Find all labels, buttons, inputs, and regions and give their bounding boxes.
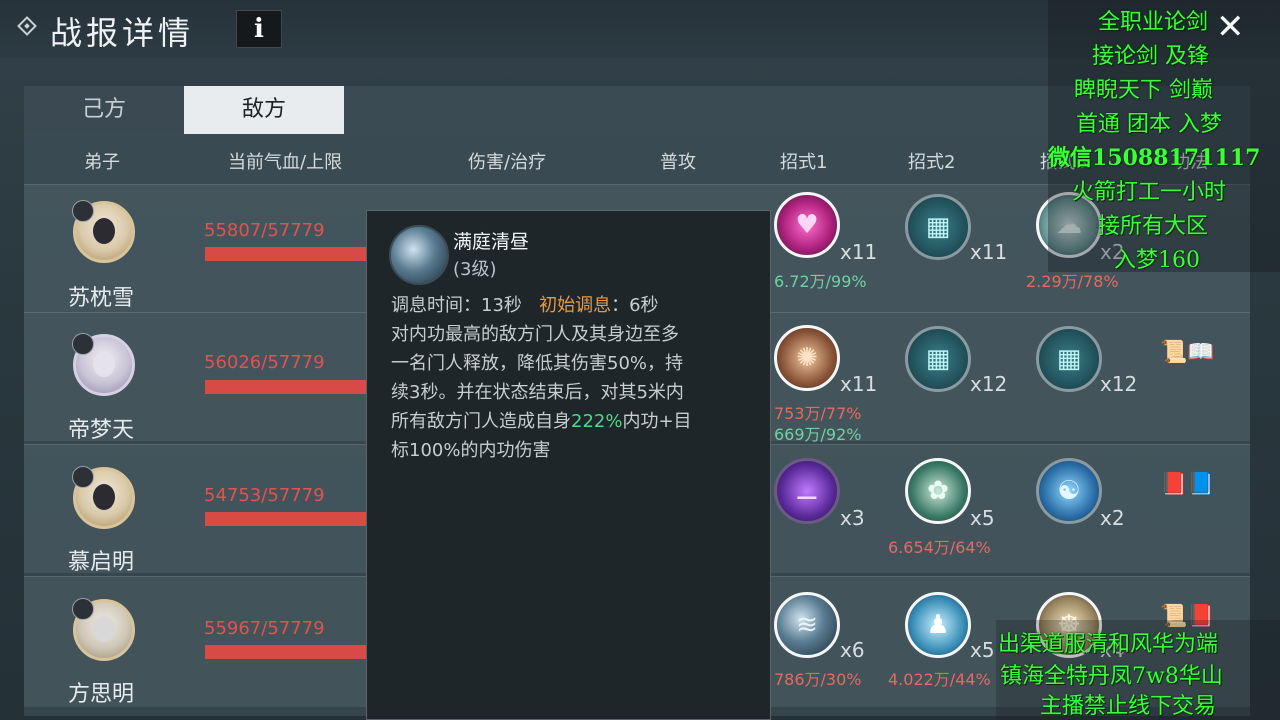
initial-cooldown-label: 初始调息: [539, 295, 612, 316]
skill-desc-line: 续3秒。并在状态结束后，对其5米内: [391, 382, 684, 403]
skill1-icon[interactable]: ⚊: [774, 458, 840, 524]
hp-bar: [205, 512, 367, 526]
skill1-stat-heal: 669万/92%: [774, 425, 862, 444]
meditation-icon: ☯: [1057, 476, 1081, 506]
skill2-icon[interactable]: ▦: [905, 194, 971, 260]
skill3-count: x12: [1100, 372, 1138, 396]
skill2-icon[interactable]: ▦: [905, 326, 971, 392]
desc-text: 内功+目: [622, 411, 692, 432]
overlay-text: 主播禁止线下交易: [1040, 694, 1217, 719]
sect-badge-icon: [72, 466, 94, 488]
overlay-text: 微信15088171117: [1048, 145, 1261, 171]
info-button[interactable]: i: [236, 10, 282, 48]
scroll-icon: ▦: [925, 344, 951, 374]
overlay-text: 入梦160: [1114, 248, 1200, 273]
column-header-damage: 伤害/治疗: [468, 152, 547, 173]
skill-cooldown: 调息时间：13秒 初始调息：6秒: [391, 291, 659, 317]
skill-icon: [389, 225, 449, 285]
overlay-text: 出渠道服清和风华为端: [998, 632, 1219, 657]
skill1-count: x6: [840, 638, 865, 662]
skill2-count: x5: [970, 506, 995, 530]
hp-value: 55807/57779: [204, 220, 325, 241]
hp-bar: [205, 645, 367, 659]
avatar-face: [93, 484, 115, 510]
close-icon[interactable]: ✕: [1216, 10, 1245, 44]
sect-badge-icon: [72, 598, 94, 620]
skill2-count: x5: [970, 638, 995, 662]
skill2-icon[interactable]: ✿: [905, 458, 971, 524]
skill-level: (3级): [453, 259, 497, 280]
skill2-count: x12: [970, 372, 1008, 396]
initial-cooldown-value: ：6秒: [611, 295, 659, 316]
hp-value: 55967/57779: [204, 618, 325, 639]
overlay-text: 火箭打工一小时: [1072, 180, 1227, 205]
scroll-icon: ▦: [925, 212, 951, 242]
figure-icon: ♟: [926, 610, 950, 640]
avatar[interactable]: [72, 333, 135, 396]
disciple-name: 慕启明: [68, 550, 135, 575]
figure-icon: ⚊: [795, 476, 819, 506]
skill-desc-line: 对内功最高的敌方门人及其身边至多: [391, 324, 679, 345]
hp-bar: [205, 247, 367, 261]
skill1-stat: 6.72万/99%: [774, 272, 867, 291]
skill-desc-line: 所有敌方门人造成自身222%内功+目: [391, 407, 692, 433]
desc-text: 所有敌方门人造成自身: [391, 411, 571, 432]
avatar[interactable]: [72, 466, 135, 529]
overlay-text: 接所有大区: [1098, 214, 1209, 239]
skill3-icon[interactable]: ☯: [1036, 458, 1102, 524]
column-header-basic-attack: 普攻: [660, 152, 696, 173]
skill2-count: x11: [970, 240, 1008, 264]
overlay-text: 睥睨天下 剑巅: [1074, 78, 1213, 103]
avatar[interactable]: [72, 598, 135, 661]
avatar-face: [93, 616, 115, 642]
skill1-count: x3: [840, 506, 865, 530]
sect-badge-icon: [72, 333, 94, 355]
method-book-icon[interactable]: 📜📖: [1160, 340, 1215, 365]
column-header-disciple: 弟子: [84, 152, 120, 173]
tab-own-side[interactable]: 己方: [24, 86, 184, 134]
avatar[interactable]: [72, 200, 135, 263]
disciple-name: 方思明: [68, 682, 135, 707]
skill1-icon[interactable]: ≋: [774, 592, 840, 658]
skill3-icon[interactable]: ▦: [1036, 326, 1102, 392]
overlay-text: 镇海全特丹凤7w8华山: [1000, 664, 1223, 689]
cooldown-text: 调息时间：13秒: [391, 295, 522, 316]
skill-name: 满庭清昼: [453, 231, 530, 253]
scroll-icon: ▦: [1056, 344, 1082, 374]
skill3-count: x2: [1100, 506, 1125, 530]
disciple-name: 苏枕雪: [68, 286, 135, 311]
skill2-icon[interactable]: ♟: [905, 592, 971, 658]
desc-percent: 222%: [571, 411, 623, 432]
overlay-text: 全职业论剑: [1098, 10, 1209, 35]
skill2-stat: 4.022万/44%: [888, 670, 991, 689]
heart-icon: ♥: [795, 210, 819, 240]
skill2-stat: 6.654万/64%: [888, 538, 991, 557]
hp-bar: [205, 380, 367, 394]
wind-blade-icon: ≋: [796, 610, 818, 640]
hp-value: 54753/57779: [204, 485, 325, 506]
skill1-stat: 786万/30%: [774, 670, 862, 689]
avatar-face: [93, 218, 115, 244]
hp-value: 56026/57779: [204, 352, 325, 373]
column-header-hp: 当前气血/上限: [228, 152, 343, 173]
disciple-name: 帝梦天: [68, 418, 135, 443]
skill1-icon[interactable]: ✺: [774, 325, 840, 391]
method-book-icon[interactable]: 📕📘: [1160, 472, 1215, 497]
sect-badge-icon: [72, 200, 94, 222]
column-header-skill2: 招式2: [908, 152, 956, 173]
overlay-text: 接论剑 及锋: [1092, 44, 1209, 69]
avatar-face: [93, 351, 115, 377]
skill-desc-line: 一名门人释放，降低其伤害50%，持: [391, 353, 684, 374]
lotus-icon: ✿: [927, 476, 949, 506]
skill-tooltip: 满庭清昼 (3级) 调息时间：13秒 初始调息：6秒 对内功最高的敌方门人及其身…: [366, 210, 771, 720]
skill1-count: x11: [840, 372, 878, 396]
skill1-icon[interactable]: ♥: [774, 192, 840, 258]
skill-desc-line: 标100%的内功伤害: [391, 440, 551, 461]
tab-enemy-side[interactable]: 敌方: [184, 86, 344, 134]
page-title: 战报详情: [50, 14, 195, 52]
column-header-skill1: 招式1: [780, 152, 828, 173]
skill1-count: x11: [840, 240, 878, 264]
talisman-icon: ✺: [796, 343, 818, 373]
overlay-text: 首通 团本 入梦: [1076, 112, 1222, 137]
